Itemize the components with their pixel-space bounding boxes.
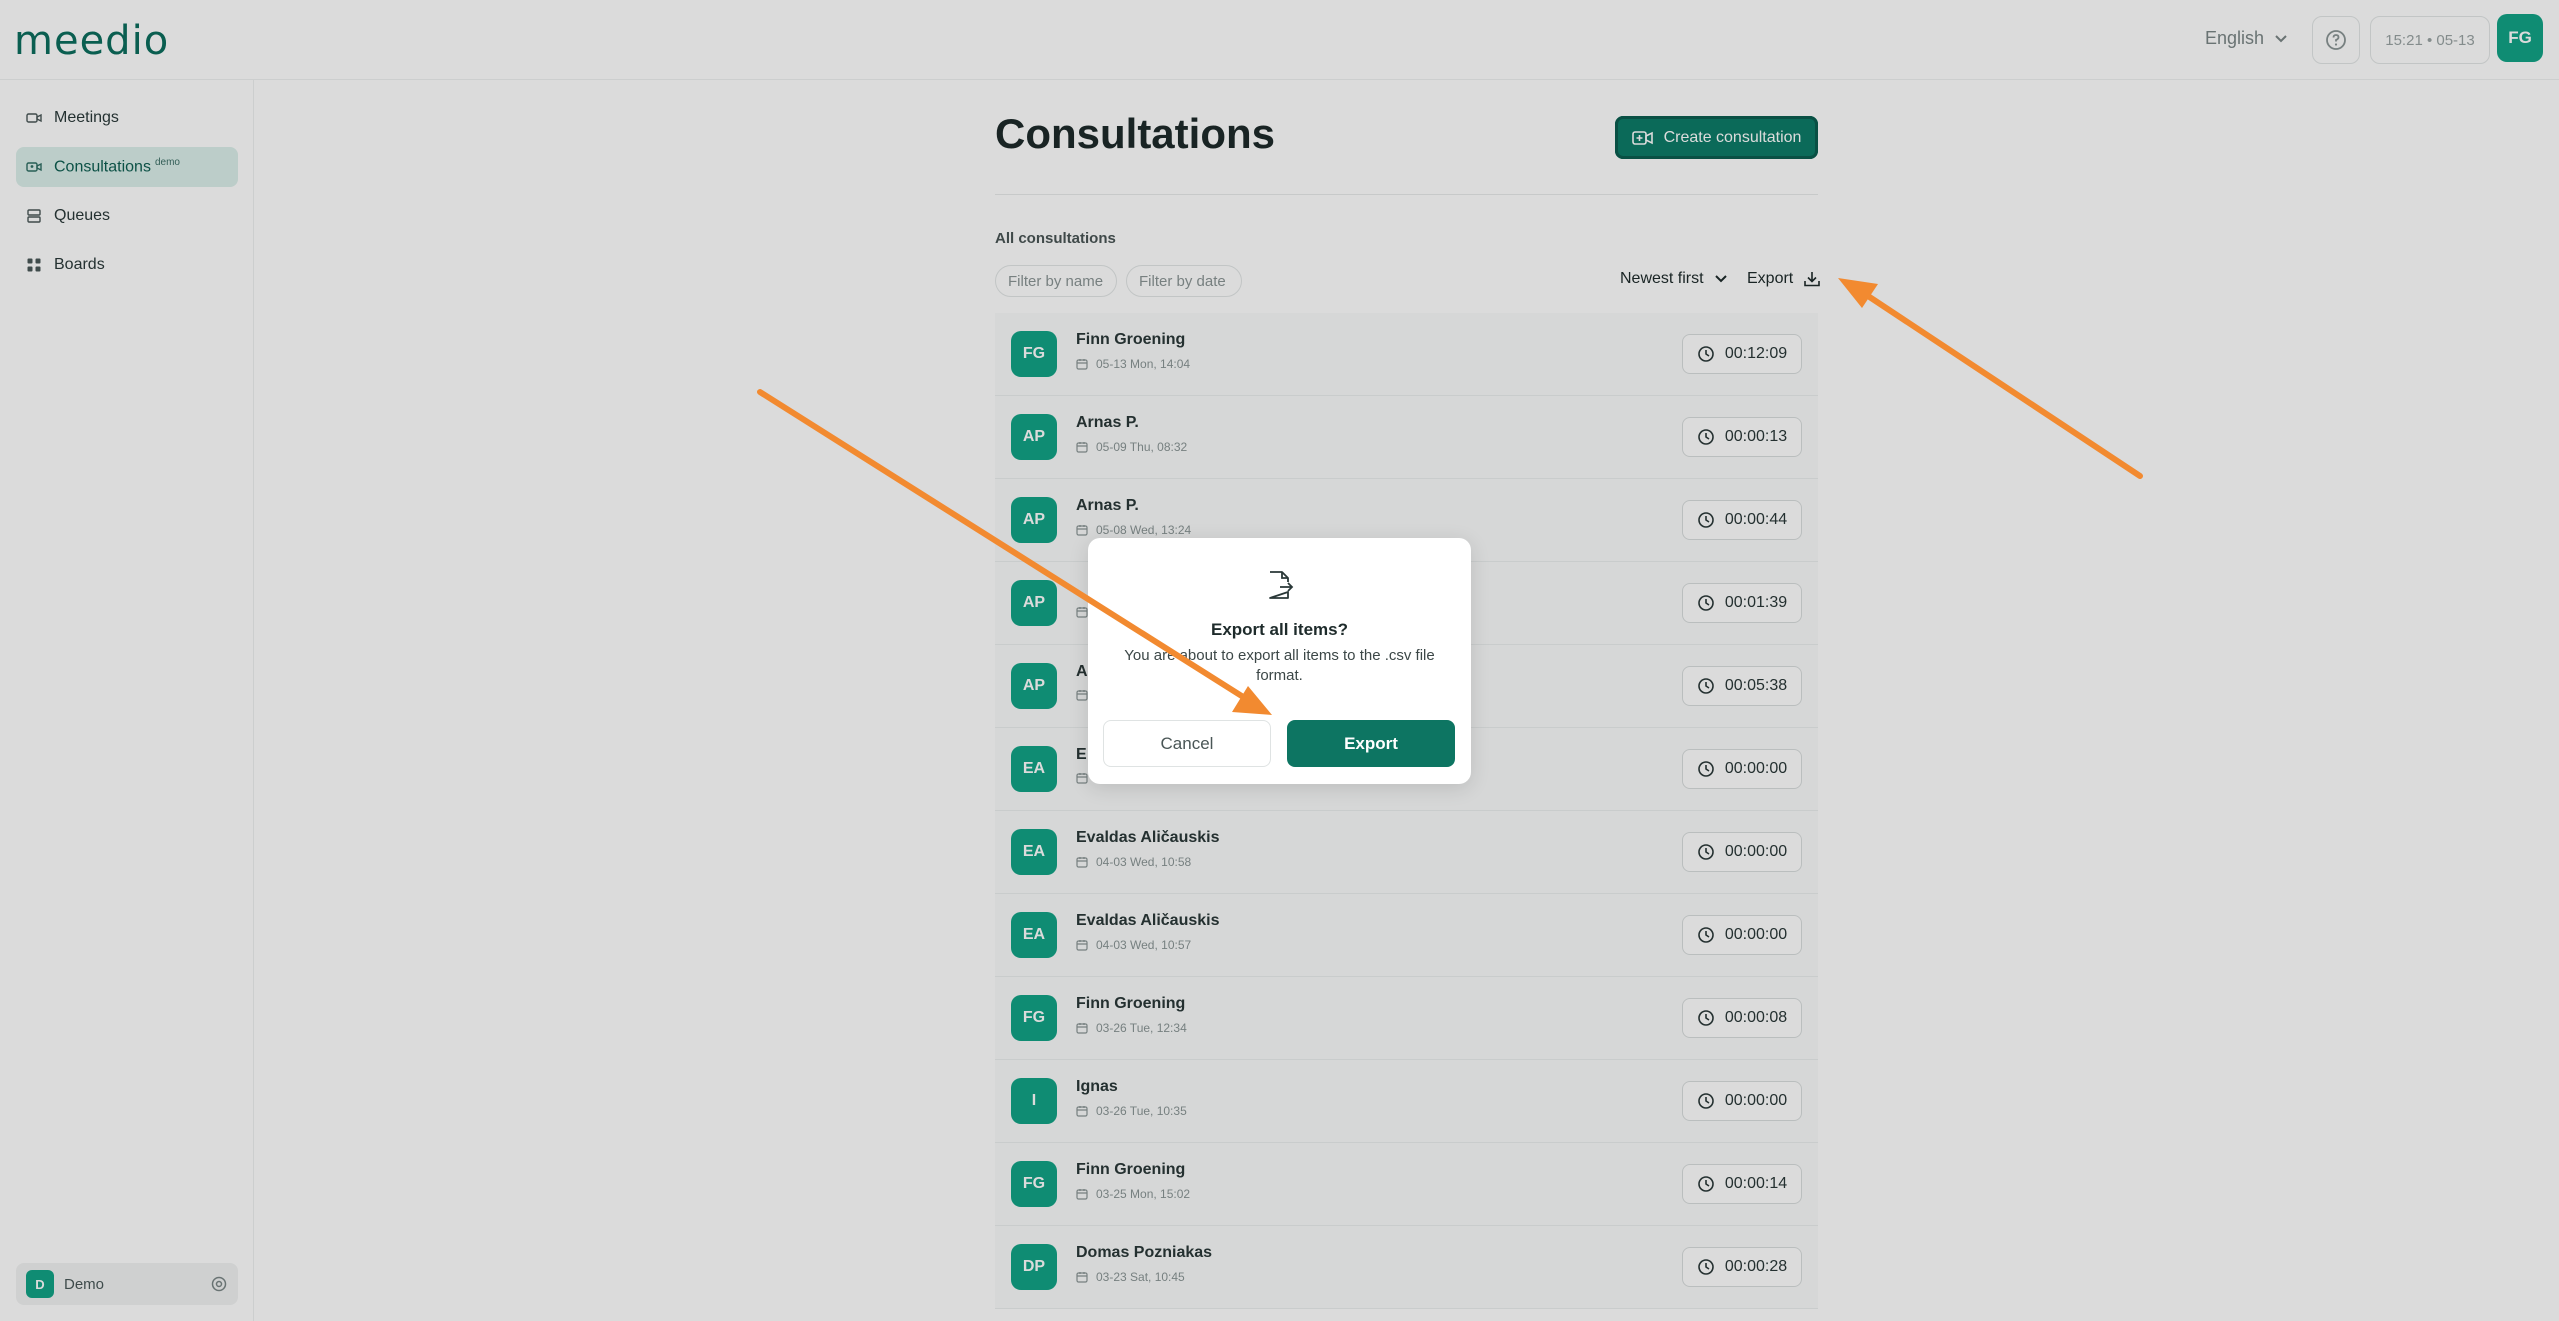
cancel-button[interactable]: Cancel xyxy=(1103,720,1271,767)
dialog-message: You are about to export all items to the… xyxy=(1124,647,1435,684)
dialog-title: Export all items? xyxy=(1211,620,1348,639)
confirm-export-button[interactable]: Export xyxy=(1287,720,1455,767)
export-dialog: Export all items? You are about to expor… xyxy=(1088,538,1471,784)
file-export-icon xyxy=(1269,571,1294,599)
